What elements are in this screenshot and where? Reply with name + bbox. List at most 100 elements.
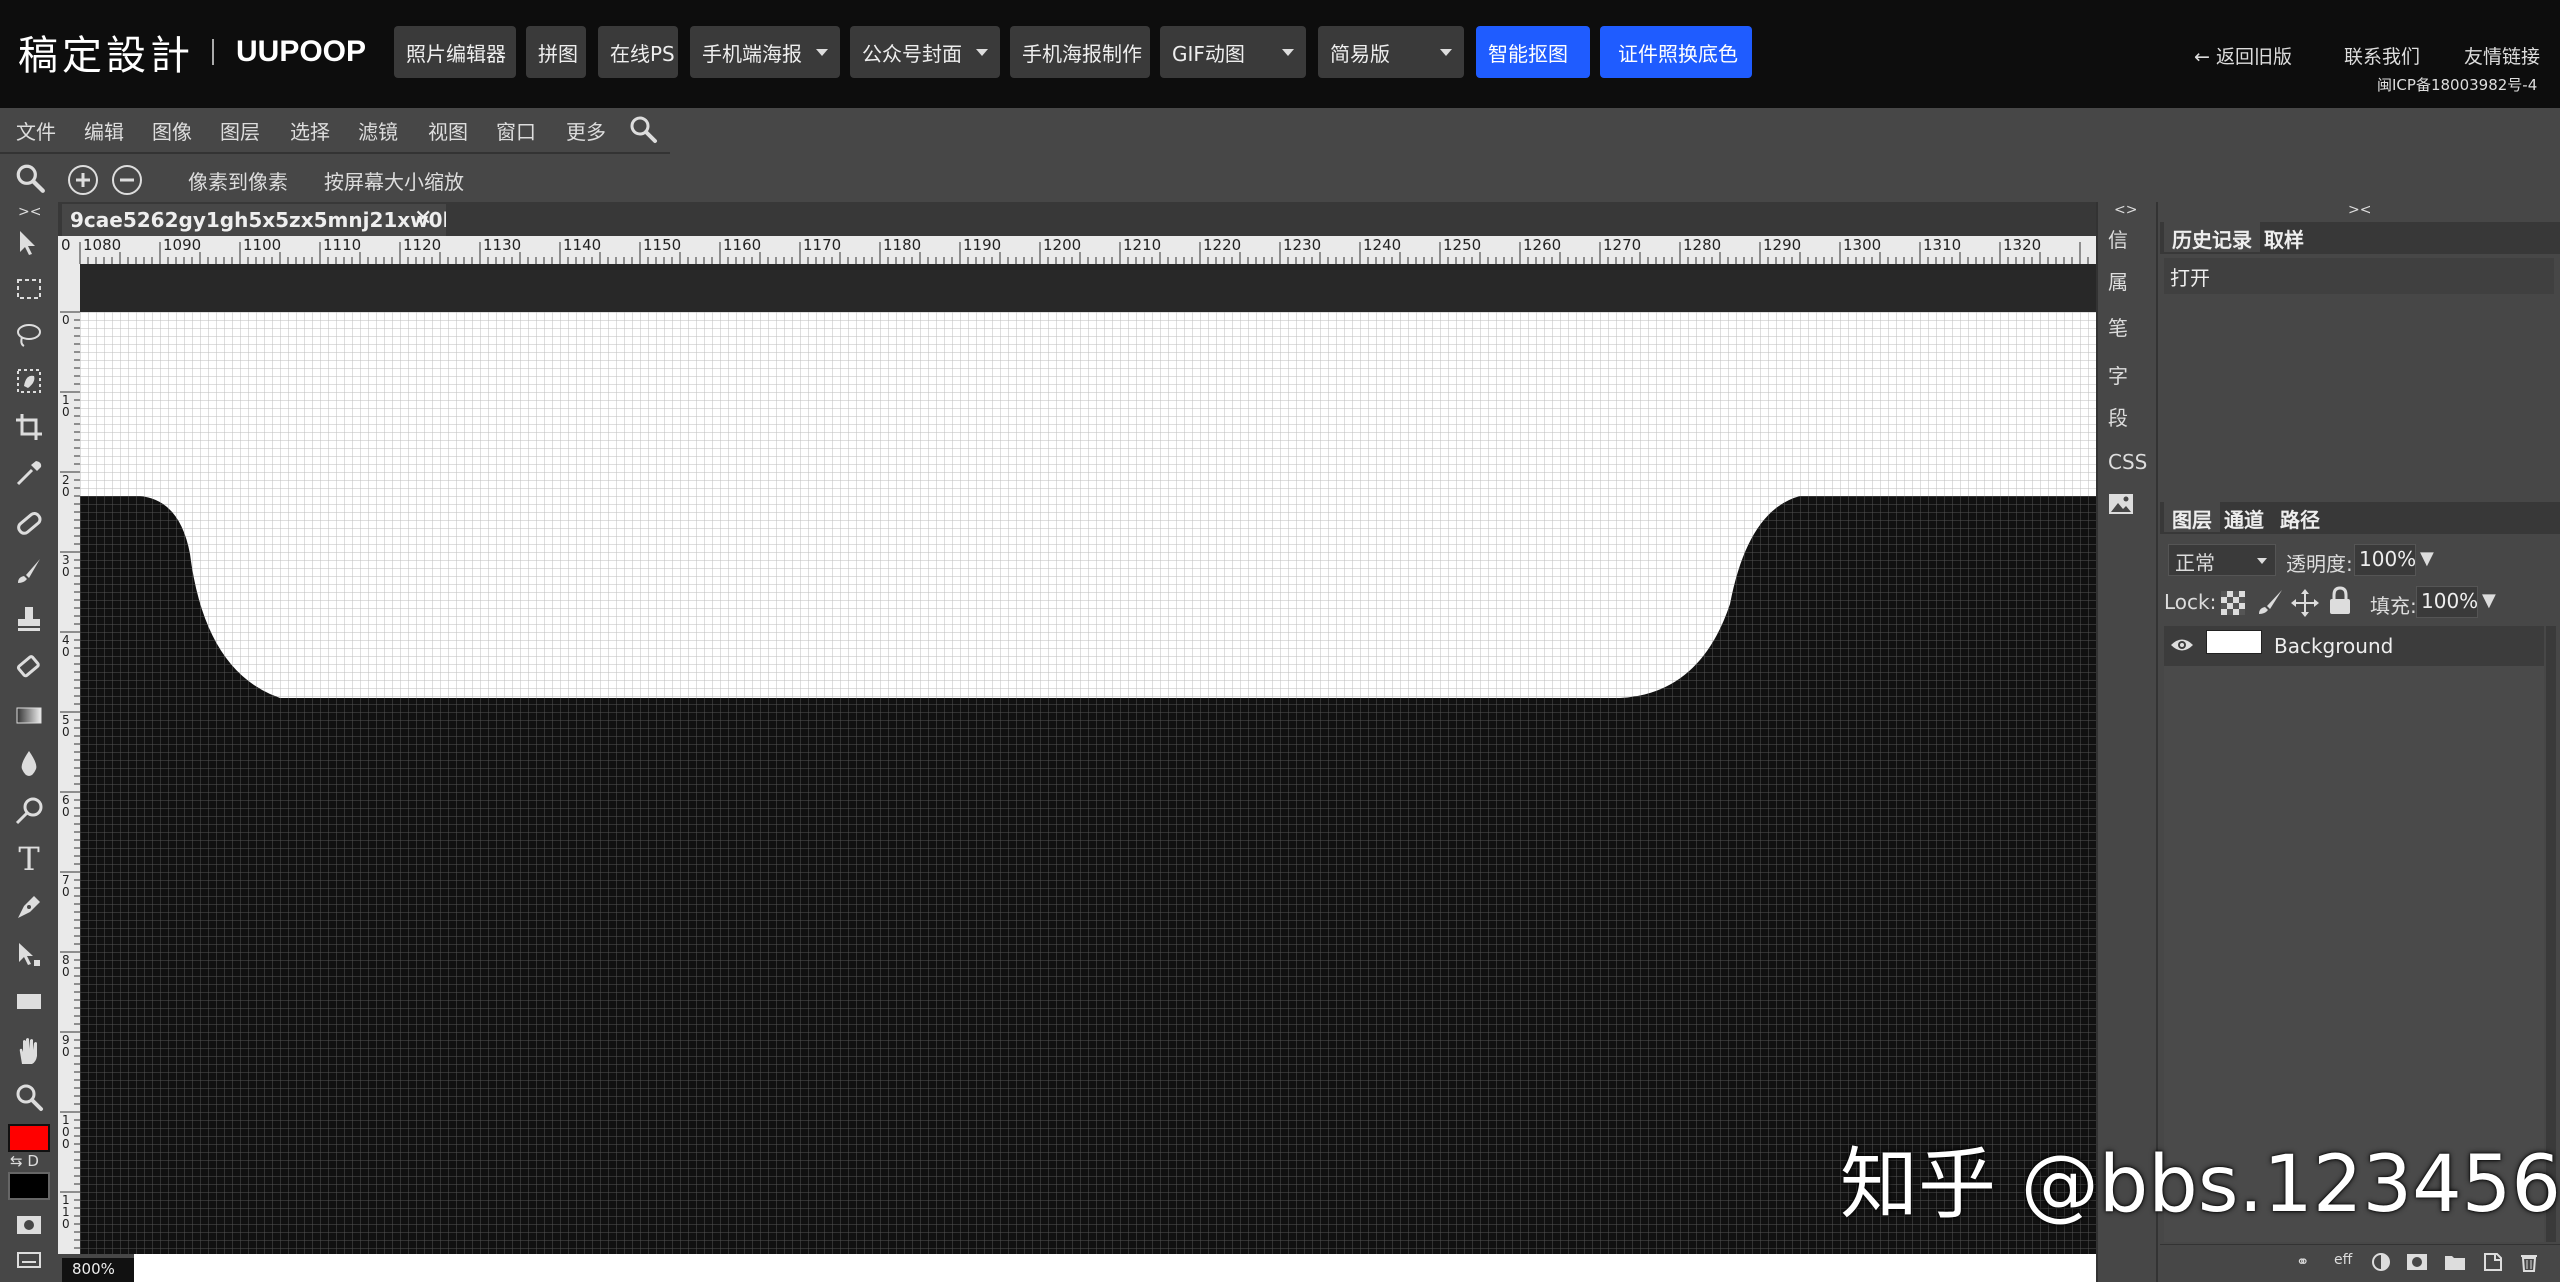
hand-tool-icon[interactable] <box>10 1032 48 1070</box>
pen-tool-icon[interactable] <box>10 888 48 926</box>
menu-window[interactable]: 窗口 <box>496 116 536 145</box>
nav-simple[interactable]: 简易版 <box>1318 26 1464 78</box>
eraser-tool-icon[interactable] <box>10 648 48 686</box>
history-item[interactable]: 打开 <box>2164 258 2554 294</box>
trash-icon[interactable] <box>2518 1252 2540 1272</box>
menu-layer[interactable]: 图层 <box>220 116 260 145</box>
nav-smart-cutout[interactable]: 智能抠图 <box>1476 26 1590 78</box>
marquee-tool-icon[interactable] <box>10 270 48 308</box>
document-tab[interactable]: 9cae5262gy1gh5x5zx5mnj21xw0b0 <box>62 204 446 236</box>
zoom-out-icon[interactable] <box>112 165 142 195</box>
path-select-tool-icon[interactable] <box>10 936 48 974</box>
ruler-label: 1280 <box>1683 236 1721 254</box>
side-tab-character[interactable]: 字 <box>2108 360 2128 389</box>
link-layers-icon[interactable]: ⚭ <box>2296 1252 2318 1272</box>
tab-history[interactable]: 历史记录 <box>2164 222 2260 252</box>
zoom-in-icon[interactable] <box>68 165 98 195</box>
stamp-tool-icon[interactable] <box>10 600 48 638</box>
ruler-label: 1300 <box>1843 236 1881 254</box>
tab-channels[interactable]: 通道 <box>2216 502 2272 532</box>
dodge-tool-icon[interactable] <box>10 792 48 830</box>
folder-icon[interactable] <box>2444 1252 2466 1272</box>
lock-transparency-icon[interactable] <box>2220 590 2246 616</box>
nav-gif[interactable]: GIF动图 <box>1160 26 1306 78</box>
opacity-dropdown-icon[interactable]: ▼ <box>2420 548 2434 569</box>
quick-select-tool-icon[interactable] <box>10 362 48 400</box>
eyedropper-tool-icon[interactable] <box>10 454 48 492</box>
gradient-tool-icon[interactable] <box>10 696 48 734</box>
nav-id-photo[interactable]: 证件照换底色 <box>1600 26 1752 78</box>
contact-link[interactable]: 联系我们 <box>2344 42 2420 69</box>
side-tab-brush[interactable]: 笔 <box>2108 312 2128 341</box>
fit-screen-button[interactable]: 按屏幕大小缩放 <box>324 166 464 195</box>
side-tab-css[interactable]: CSS <box>2108 450 2147 474</box>
nav-collage[interactable]: 拼图 <box>526 26 586 78</box>
close-icon[interactable]: ✕ <box>414 206 432 231</box>
crop-tool-icon[interactable] <box>10 408 48 446</box>
nav-online-ps[interactable]: 在线PS <box>598 26 678 78</box>
site-logo[interactable]: 稿定設計 UUPOOP <box>18 22 366 82</box>
menu-edit[interactable]: 编辑 <box>84 116 124 145</box>
nav-mobile-poster-label: 手机端海报 <box>702 41 802 66</box>
menu-filter[interactable]: 滤镜 <box>358 116 398 145</box>
canvas-viewport[interactable] <box>80 264 2096 1254</box>
collapse-toolbar-icon[interactable]: >< <box>18 204 41 220</box>
layer-mask-icon[interactable] <box>2406 1252 2428 1272</box>
friend-links-link[interactable]: 友情链接 <box>2464 42 2540 69</box>
side-tab-paragraph[interactable]: 段 <box>2108 402 2128 431</box>
menu-view[interactable]: 视图 <box>428 116 468 145</box>
nav-photo-editor[interactable]: 照片编辑器 <box>394 26 516 78</box>
image-icon[interactable] <box>2108 492 2134 521</box>
lasso-tool-icon[interactable] <box>10 316 48 354</box>
ruler-label: 1320 <box>2003 236 2041 254</box>
nav-wechat-cover[interactable]: 公众号封面 <box>850 26 1000 78</box>
ruler-label: 1130 <box>483 236 521 254</box>
healing-brush-tool-icon[interactable] <box>10 504 48 542</box>
brush-tool-icon[interactable] <box>10 552 48 590</box>
search-icon[interactable] <box>628 114 658 144</box>
tab-layers[interactable]: 图层 <box>2164 502 2220 532</box>
lock-position-icon[interactable] <box>2290 588 2320 618</box>
side-tab-info[interactable]: 信 <box>2108 224 2128 253</box>
quick-mask-icon[interactable] <box>10 1206 48 1244</box>
pixel-canvas[interactable] <box>80 264 2096 1254</box>
opacity-input[interactable]: 100% <box>2354 544 2416 576</box>
new-layer-icon[interactable] <box>2482 1252 2504 1272</box>
menu-image[interactable]: 图像 <box>152 116 192 145</box>
blur-tool-icon[interactable] <box>10 744 48 782</box>
lock-label: Lock: <box>2164 590 2217 614</box>
eye-icon[interactable] <box>2170 636 2194 654</box>
expand-panels-icon[interactable]: <> <box>2114 202 2137 218</box>
text-tool-icon[interactable]: T <box>10 840 48 878</box>
foreground-color-swatch[interactable] <box>8 1124 50 1152</box>
rectangle-tool-icon[interactable] <box>10 982 48 1020</box>
adjustment-layer-icon[interactable] <box>2370 1252 2392 1272</box>
fill-input[interactable]: 100% <box>2416 586 2478 618</box>
lock-all-icon[interactable] <box>2328 586 2352 616</box>
screen-mode-icon[interactable] <box>10 1240 48 1278</box>
pixel-to-pixel-button[interactable]: 像素到像素 <box>188 166 288 195</box>
side-tab-properties[interactable]: 属 <box>2108 266 2128 295</box>
fill-dropdown-icon[interactable]: ▼ <box>2482 590 2496 611</box>
menu-select[interactable]: 选择 <box>290 116 330 145</box>
tab-paths[interactable]: 路径 <box>2272 502 2328 532</box>
collapse-panels-icon[interactable]: >< <box>2348 202 2371 218</box>
nav-mobile-poster[interactable]: 手机端海报 <box>690 26 840 78</box>
swap-default-colors[interactable]: ⇆ D <box>10 1152 39 1170</box>
fill-label: 填充: <box>2370 594 2417 618</box>
menu-more[interactable]: 更多 <box>566 116 606 145</box>
nav-mobile-poster-make[interactable]: 手机海报制作 <box>1010 26 1150 78</box>
tab-sampling[interactable]: 取样 <box>2256 222 2312 252</box>
move-tool-icon[interactable] <box>10 224 48 262</box>
ruler-label: 1090 <box>163 236 201 254</box>
menu-file[interactable]: 文件 <box>16 116 56 145</box>
background-color-swatch[interactable] <box>8 1172 50 1200</box>
zoom-tool-icon <box>16 164 45 193</box>
zoom-tool-button-icon[interactable] <box>10 1078 48 1116</box>
layer-effects-icon[interactable]: eff <box>2334 1252 2356 1272</box>
back-old-version-link[interactable]: ← 返回旧版 <box>2194 42 2292 69</box>
ruler-label: 0 <box>62 645 70 659</box>
lock-pixels-icon[interactable] <box>2256 588 2284 616</box>
layer-name[interactable]: Background <box>2274 634 2393 658</box>
blend-mode-select[interactable]: 正常 <box>2168 544 2276 576</box>
